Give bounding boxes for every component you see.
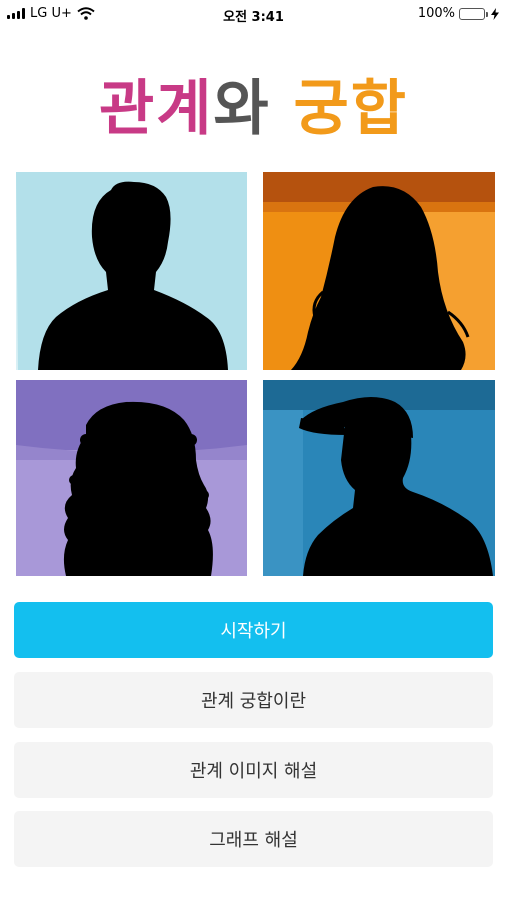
battery-percent: 100% — [417, 6, 455, 21]
battery-icon — [459, 7, 488, 20]
title-part-and: 와 — [213, 74, 271, 144]
title-part-compatibility: 궁합 — [293, 74, 408, 144]
relationship-image-explanation-button[interactable]: 관계 이미지 해설 — [14, 742, 493, 798]
curly-hair-silhouette-image — [16, 380, 247, 576]
about-compatibility-button[interactable]: 관계 궁합이란 — [14, 672, 493, 728]
title-part-relationship: 관계 — [99, 74, 214, 144]
cap-silhouette-image — [263, 380, 495, 576]
long-hair-female-silhouette-image — [263, 172, 495, 370]
charging-icon — [491, 7, 499, 20]
status-bar: LG U+ 오전 3:41 100% — [0, 0, 507, 28]
graph-explanation-button[interactable]: 그래프 해설 — [14, 811, 493, 867]
male-silhouette-image — [16, 172, 247, 370]
status-right: 100% — [418, 6, 499, 21]
start-button[interactable]: 시작하기 — [14, 602, 493, 658]
app-title: 관계와 궁합 — [0, 60, 507, 147]
